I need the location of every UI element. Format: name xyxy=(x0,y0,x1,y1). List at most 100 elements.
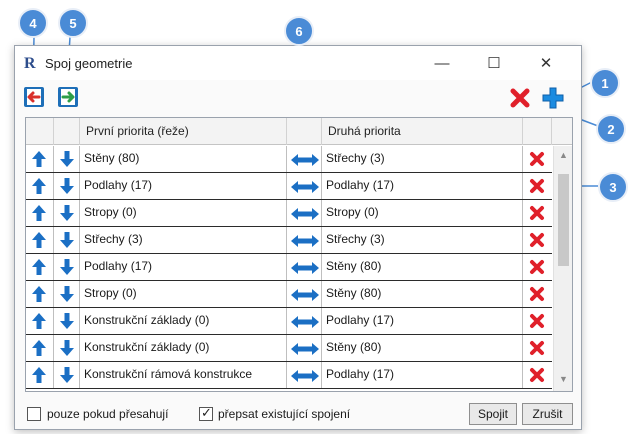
delete-row-button[interactable] xyxy=(523,146,552,172)
export-button[interactable] xyxy=(57,86,79,108)
first-priority-cell[interactable]: Podlahy (17) xyxy=(80,173,287,199)
table-row[interactable]: Konstrukční rámová konstrukce Podlahy (17… xyxy=(26,362,552,389)
overwrite-existing-checkbox[interactable]: ✓ xyxy=(199,405,213,421)
swap-button[interactable] xyxy=(287,227,322,253)
import-button[interactable] xyxy=(23,86,45,108)
table-row[interactable]: Konstrukční základy (0) Stěny (80) xyxy=(26,335,552,362)
delete-row-button[interactable] xyxy=(523,362,552,388)
add-row-button[interactable] xyxy=(541,86,564,109)
delete-row-icon xyxy=(530,152,544,166)
first-priority-cell[interactable]: Konstrukční základy (0) xyxy=(80,335,287,361)
move-up-button[interactable] xyxy=(26,335,54,361)
swap-button[interactable] xyxy=(287,173,322,199)
delete-all-button[interactable] xyxy=(509,87,531,109)
table-row[interactable]: Podlahy (17) Stěny (80) xyxy=(26,254,552,281)
swap-button[interactable] xyxy=(287,308,322,334)
move-up-button[interactable] xyxy=(26,146,54,172)
delete-row-button[interactable] xyxy=(523,254,552,280)
move-up-button[interactable] xyxy=(26,227,54,253)
move-down-button[interactable] xyxy=(54,227,80,253)
window-title: Spoj geometrie xyxy=(45,56,133,71)
first-priority-cell[interactable]: Stěny (80) xyxy=(80,146,287,172)
overwrite-existing-label: přepsat existující spojení xyxy=(218,407,351,421)
delete-row-button[interactable] xyxy=(523,227,552,253)
table-row[interactable]: Stěny (80) Střechy (3) xyxy=(26,146,552,173)
move-up-button[interactable] xyxy=(26,173,54,199)
move-down-button[interactable] xyxy=(54,173,80,199)
callout-5: 5 xyxy=(58,8,88,38)
move-up-button[interactable] xyxy=(26,254,54,280)
swap-button[interactable] xyxy=(287,335,322,361)
scroll-up-icon[interactable]: ▲ xyxy=(559,150,568,160)
second-priority-cell[interactable]: Stropy (0) xyxy=(322,200,523,226)
swap-button[interactable] xyxy=(287,200,322,226)
first-priority-cell[interactable]: Konstrukční základy (0) xyxy=(80,308,287,334)
table-row[interactable]: Stropy (0) Stropy (0) xyxy=(26,200,552,227)
callout-1: 1 xyxy=(590,68,620,98)
delete-row-icon xyxy=(530,260,544,274)
move-down-icon xyxy=(60,313,74,329)
move-down-button[interactable] xyxy=(54,362,80,388)
delete-row-button[interactable] xyxy=(523,281,552,307)
swap-icon xyxy=(291,208,319,220)
maximize-button[interactable]: ☐ xyxy=(471,46,517,80)
first-priority-cell[interactable]: Stropy (0) xyxy=(80,281,287,307)
delete-row-icon xyxy=(530,368,544,382)
move-down-button[interactable] xyxy=(54,200,80,226)
header-delete xyxy=(523,118,552,145)
swap-icon xyxy=(291,370,319,382)
move-down-button[interactable] xyxy=(54,254,80,280)
delete-row-button[interactable] xyxy=(523,335,552,361)
move-up-button[interactable] xyxy=(26,308,54,334)
add-icon xyxy=(542,87,564,109)
swap-button[interactable] xyxy=(287,254,322,280)
first-priority-cell[interactable]: Konstrukční rámová konstrukce xyxy=(80,362,287,388)
second-priority-cell[interactable]: Podlahy (17) xyxy=(322,308,523,334)
move-up-button[interactable] xyxy=(26,200,54,226)
move-down-icon xyxy=(60,259,74,275)
scrollbar-thumb[interactable] xyxy=(558,174,569,266)
move-up-button[interactable] xyxy=(26,362,54,388)
delete-row-button[interactable] xyxy=(523,173,552,199)
move-down-button[interactable] xyxy=(54,335,80,361)
swap-button[interactable] xyxy=(287,146,322,172)
first-priority-cell[interactable]: Podlahy (17) xyxy=(80,254,287,280)
delete-row-button[interactable] xyxy=(523,200,552,226)
join-button[interactable]: Spojit xyxy=(469,403,517,425)
minimize-button[interactable]: — xyxy=(419,46,465,80)
move-up-icon xyxy=(32,178,46,194)
first-priority-cell[interactable]: Stropy (0) xyxy=(80,200,287,226)
table-row[interactable]: Podlahy (17) Podlahy (17) xyxy=(26,173,552,200)
close-button[interactable]: ✕ xyxy=(523,46,569,80)
join-geometry-dialog: R Spoj geometrie — ☐ ✕ První priorita (ř… xyxy=(14,45,582,430)
second-priority-cell[interactable]: Střechy (3) xyxy=(322,146,523,172)
swap-button[interactable] xyxy=(287,281,322,307)
vertical-scrollbar[interactable]: ▲ ▼ xyxy=(553,146,572,391)
table-row[interactable]: Střechy (3) Střechy (3) xyxy=(26,227,552,254)
only-overlapping-checkbox[interactable] xyxy=(27,407,41,421)
swap-icon xyxy=(291,343,319,355)
first-priority-cell[interactable]: Střechy (3) xyxy=(80,227,287,253)
second-priority-cell[interactable]: Podlahy (17) xyxy=(322,173,523,199)
move-down-icon xyxy=(60,340,74,356)
table-row[interactable]: Stropy (0) Stěny (80) xyxy=(26,281,552,308)
move-up-button[interactable] xyxy=(26,281,54,307)
table-row[interactable]: Konstrukční základy (0) Podlahy (17) xyxy=(26,308,552,335)
header-first-priority[interactable]: První priorita (řeže) xyxy=(80,118,287,145)
second-priority-cell[interactable]: Stěny (80) xyxy=(322,335,523,361)
second-priority-cell[interactable]: Střechy (3) xyxy=(322,227,523,253)
header-second-priority[interactable]: Druhá priorita xyxy=(322,118,523,145)
title-bar: R Spoj geometrie — ☐ ✕ xyxy=(15,46,581,80)
second-priority-cell[interactable]: Podlahy (17) xyxy=(322,362,523,388)
move-down-button[interactable] xyxy=(54,146,80,172)
second-priority-cell[interactable]: Stěny (80) xyxy=(322,281,523,307)
cancel-button[interactable]: Zrušit xyxy=(522,403,573,425)
second-priority-cell[interactable]: Stěny (80) xyxy=(322,254,523,280)
scroll-down-icon[interactable]: ▼ xyxy=(559,374,568,384)
swap-button[interactable] xyxy=(287,362,322,388)
move-down-button[interactable] xyxy=(54,308,80,334)
move-up-icon xyxy=(32,151,46,167)
move-down-button[interactable] xyxy=(54,281,80,307)
move-down-icon xyxy=(60,205,74,221)
delete-row-button[interactable] xyxy=(523,308,552,334)
